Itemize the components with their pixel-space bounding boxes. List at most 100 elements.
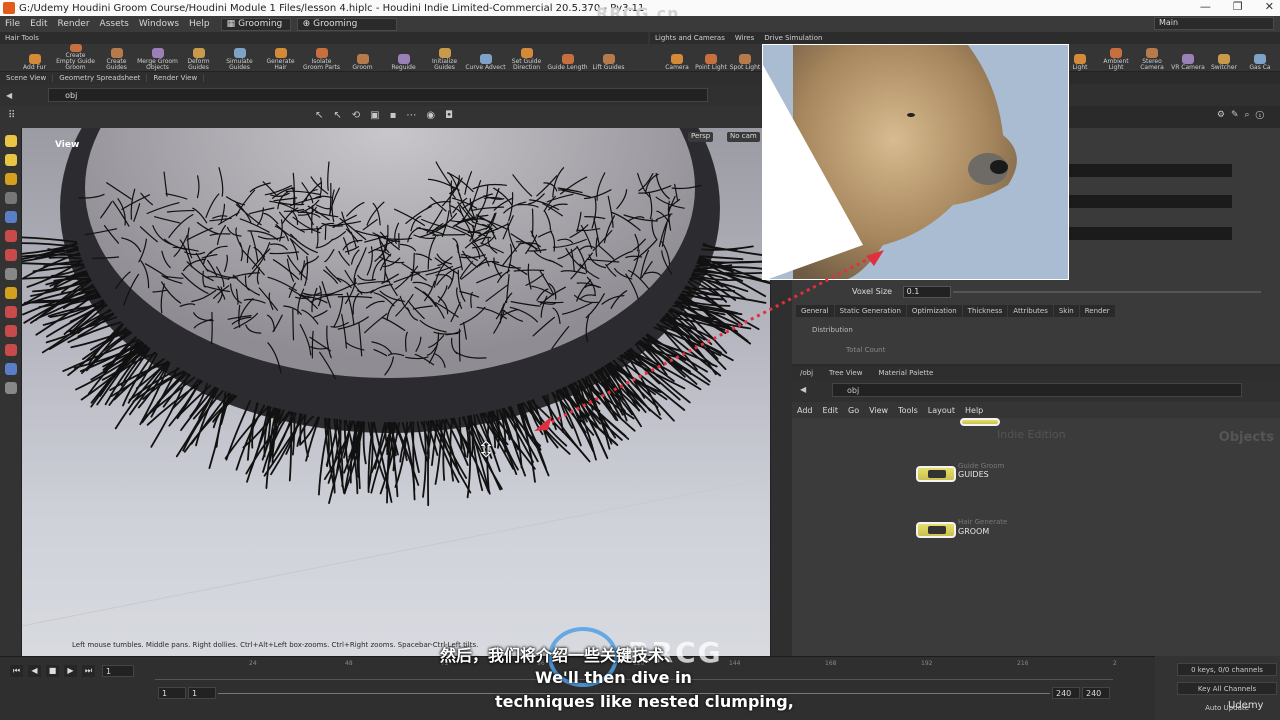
camera-button[interactable]: No cam xyxy=(727,132,760,142)
network-menu-tools[interactable]: Tools xyxy=(893,406,923,415)
network-path-field[interactable]: obj xyxy=(832,383,1242,397)
cut-tool-icon[interactable] xyxy=(4,325,17,337)
network-back-icon[interactable]: ◀ xyxy=(800,385,806,394)
shelf-tool-reguide[interactable]: Reguide xyxy=(383,44,424,71)
shelf-tool-stereo-camera[interactable]: Stereo Camera xyxy=(1134,44,1170,71)
menu-render[interactable]: Render xyxy=(53,19,95,29)
lock-tool-icon[interactable] xyxy=(4,211,17,223)
tab-material-palette[interactable]: Material Palette xyxy=(870,369,941,377)
network-editor[interactable]: Indie Edition Objects Guide Groom GUIDES… xyxy=(792,418,1280,656)
menu-file[interactable]: File xyxy=(0,19,25,29)
shelf-tool-guide-length[interactable]: Guide Length xyxy=(547,44,588,71)
shelf-tool-spot-light[interactable]: Spot Light xyxy=(728,44,762,71)
start-frame-field[interactable]: 1 xyxy=(158,687,186,699)
jump-end-icon[interactable]: ⏭ xyxy=(82,665,95,677)
shelf-tab-drive[interactable]: Drive Simulation xyxy=(759,34,827,42)
menu-help[interactable]: Help xyxy=(184,19,215,29)
node-guides[interactable] xyxy=(916,466,956,482)
grid-menu-icon[interactable]: ⠿ xyxy=(8,110,15,121)
network-menu-layout[interactable]: Layout xyxy=(923,406,960,415)
shelf-tool-merge-groom-objects[interactable]: Merge Groom Objects xyxy=(137,44,178,71)
maximize-icon[interactable]: ❐ xyxy=(1233,0,1243,13)
tab-geometry-spreadsheet[interactable]: Geometry Spreadsheet xyxy=(53,74,148,82)
desktop-selector[interactable]: ▦ Grooming xyxy=(220,17,291,31)
tab-general[interactable]: General xyxy=(796,305,834,317)
persp-button[interactable]: Persp xyxy=(688,132,714,142)
menu-windows[interactable]: Windows xyxy=(134,19,184,29)
shelf-tool-isolate-groom-parts[interactable]: Isolate Groom Parts xyxy=(301,44,342,71)
jump-start-icon[interactable]: ⏮ xyxy=(10,665,23,677)
network-menu-add[interactable]: Add xyxy=(792,406,818,415)
snap-tool-icon[interactable] xyxy=(4,268,17,280)
shelf-tab-wires[interactable]: Wires xyxy=(730,34,759,42)
shelf-tool-initialize-guides[interactable]: Initialize Guides xyxy=(424,44,465,71)
network-menu-view[interactable]: View xyxy=(864,406,893,415)
shelf-tool-generate-hair[interactable]: Generate Hair xyxy=(260,44,301,71)
magnet-tool-icon[interactable] xyxy=(4,306,17,318)
view-tool-icon[interactable] xyxy=(4,363,17,375)
attract-tool-icon[interactable] xyxy=(4,344,17,356)
shelf-tool-vr-camera[interactable]: VR Camera xyxy=(1170,44,1206,71)
shelf-tool-point-light[interactable]: Point Light xyxy=(694,44,728,71)
param-tool-icons[interactable]: ⚙✎⌕ⓘ xyxy=(1217,110,1270,120)
shelf-tool-gas-ca[interactable]: Gas Ca xyxy=(1242,44,1278,71)
play-icon[interactable]: ▶ xyxy=(64,665,77,677)
play-back-icon[interactable]: ◀ xyxy=(28,665,41,677)
view-tools-icons[interactable]: ↖↖⟲▣▪⋯◉◘ xyxy=(315,110,463,121)
display-tool-icon[interactable] xyxy=(4,382,17,394)
tab-scene-view[interactable]: Scene View xyxy=(0,74,54,82)
node-groom[interactable] xyxy=(916,522,956,538)
param-field-1[interactable] xyxy=(1042,164,1232,177)
back-arrow-icon[interactable]: ◀ xyxy=(6,91,12,100)
network-menu-help[interactable]: Help xyxy=(960,406,988,415)
light-tool-icon[interactable] xyxy=(4,249,17,261)
brush-tool-icon[interactable] xyxy=(4,173,17,185)
tab-static-generation[interactable]: Static Generation xyxy=(834,305,906,317)
shelf-tab-hair-tools[interactable]: Hair Tools xyxy=(0,34,44,42)
key-all-channels-button[interactable]: Key All Channels xyxy=(1177,682,1277,695)
param-field-2[interactable] xyxy=(1042,195,1232,208)
pose-tool-icon[interactable] xyxy=(4,192,17,204)
menu-edit[interactable]: Edit xyxy=(25,19,52,29)
tab-skin[interactable]: Skin xyxy=(1053,305,1079,317)
shelf-tab-lights[interactable]: Lights and Cameras xyxy=(650,34,730,42)
stop-icon[interactable]: ■ xyxy=(46,665,59,677)
tab-thickness[interactable]: Thickness xyxy=(962,305,1008,317)
tab-tree-view[interactable]: Tree View xyxy=(821,369,870,377)
shelf-tool-ambient-light[interactable]: Ambient Light xyxy=(1098,44,1134,71)
shelf-tool-simulate-guides[interactable]: Simulate Guides xyxy=(219,44,260,71)
start-frame-field-2[interactable]: 1 xyxy=(188,687,216,699)
handle-tool-icon[interactable] xyxy=(4,154,17,166)
network-menu-edit[interactable]: Edit xyxy=(818,406,844,415)
shelf-tool-camera[interactable]: Camera xyxy=(660,44,694,71)
main-selector[interactable]: Main xyxy=(1154,17,1274,30)
scene-path-field[interactable]: obj xyxy=(48,88,709,102)
shelf-tool-lift-guides[interactable]: Lift Guides xyxy=(588,44,629,71)
param-field-3[interactable] xyxy=(1042,227,1232,240)
tab-render[interactable]: Render xyxy=(1079,305,1115,317)
network-menu-go[interactable]: Go xyxy=(843,406,864,415)
tab-render-view[interactable]: Render View xyxy=(147,74,205,82)
shelf-tool-create-guides[interactable]: Create Guides xyxy=(96,44,137,71)
shelf-tool-add-fur[interactable]: Add Fur xyxy=(14,44,55,71)
voxel-size-input[interactable]: 0.1 xyxy=(902,286,951,298)
groom-tool-icon[interactable] xyxy=(4,287,17,299)
menu-assets[interactable]: Assets xyxy=(95,19,134,29)
minimize-icon[interactable]: — xyxy=(1200,0,1211,13)
shelf-tool-create-empty-guide-groom[interactable]: Create Empty Guide Groom xyxy=(55,44,96,71)
shelf-tool-curve-advect[interactable]: Curve Advect xyxy=(465,44,506,71)
shelf-tool-groom[interactable]: Groom xyxy=(342,44,383,71)
close-icon[interactable]: ✕ xyxy=(1265,0,1274,13)
shelf-tool-switcher[interactable]: Switcher xyxy=(1206,44,1242,71)
scene-viewport[interactable]: View Persp No cam ⇳ Left mouse tumbles. … xyxy=(22,128,770,656)
context-selector[interactable]: ⊕ Grooming xyxy=(296,17,397,31)
current-frame-field[interactable]: 1 xyxy=(102,665,134,677)
camera-tool-icon[interactable] xyxy=(4,230,17,242)
tab-attributes[interactable]: Attributes xyxy=(1008,305,1053,317)
end-frame-field[interactable]: 240 xyxy=(1052,687,1080,699)
shelf-tool-deform-guides[interactable]: Deform Guides xyxy=(178,44,219,71)
shelf-tool-set-guide-direction[interactable]: Set Guide Direction xyxy=(506,44,547,71)
voxel-size-slider[interactable] xyxy=(953,290,1262,293)
end-frame-field-2[interactable]: 240 xyxy=(1082,687,1110,699)
tab-obj[interactable]: /obj xyxy=(792,369,821,377)
